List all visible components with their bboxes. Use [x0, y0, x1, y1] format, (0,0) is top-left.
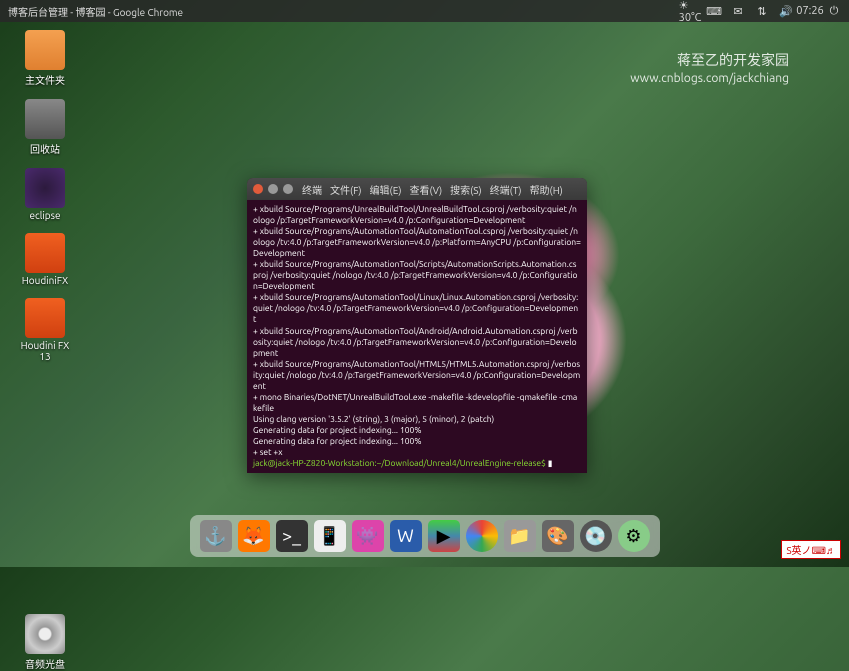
menu-item[interactable]: 查看(V): [409, 182, 442, 197]
top-panel: 博客后台管理 - 博客园 - Google Chrome ☀30°C ⌨ ✉ ⇅…: [0, 0, 849, 22]
terminal-line: + xbuild Source/Programs/AutomationTool/…: [253, 326, 581, 359]
terminal-line: Generating data for project indexing... …: [253, 425, 581, 436]
dock-chrome-icon[interactable]: [466, 520, 498, 552]
minimize-button[interactable]: [268, 184, 278, 194]
keyboard-icon[interactable]: ⌨: [707, 4, 721, 18]
eclipse-icon: [25, 168, 65, 208]
power-icon[interactable]: ⏻: [827, 4, 841, 18]
terminal-output[interactable]: + xbuild Source/Programs/UnrealBuildTool…: [247, 200, 587, 473]
system-tray: ☀30°C ⌨ ✉ ⇅ 🔊 07:26 ⏻: [683, 4, 841, 18]
desktop-icon-label: 回收站: [30, 141, 60, 156]
volume-icon[interactable]: 🔊: [779, 4, 793, 18]
cursor: ▮: [548, 458, 553, 468]
terminal-line: Generating data for project indexing... …: [253, 436, 581, 447]
wallpaper-watermark: 蒋至乙的开发家园 www.cnblogs.com/jackchiang: [630, 50, 789, 85]
weather-indicator[interactable]: ☀30°C: [683, 4, 697, 18]
desktop-icon-4[interactable]: Houdini FX 13: [15, 298, 75, 362]
menu-item[interactable]: 搜索(S): [450, 182, 482, 197]
houdini-icon: [25, 298, 65, 338]
terminal-titlebar[interactable]: 终端文件(F) 编辑(E) 查看(V) 搜索(S) 终端(T) 帮助(H): [247, 178, 587, 200]
dock-disc-icon[interactable]: 💿: [580, 520, 612, 552]
window-title: 博客后台管理 - 博客园 - Google Chrome: [8, 4, 183, 19]
menu-item[interactable]: 终端(T): [490, 182, 522, 197]
terminal-line: + xbuild Source/Programs/AutomationTool/…: [253, 259, 581, 292]
dock-phone-icon[interactable]: 📱: [314, 520, 346, 552]
terminal-prompt: jack@jack-HP-Z820-Workstation:~/Download…: [253, 458, 581, 469]
terminal-line: + xbuild Source/Programs/UnrealBuildTool…: [253, 204, 581, 226]
dock-terminal-icon[interactable]: >_: [276, 520, 308, 552]
menu-item[interactable]: 帮助(H): [530, 182, 563, 197]
desktop-icon-5[interactable]: 音频光盘: [15, 614, 75, 671]
dock-mascot-icon[interactable]: 👾: [352, 520, 384, 552]
terminal-line: + xbuild Source/Programs/AutomationTool/…: [253, 292, 581, 325]
disc-icon: [25, 614, 65, 654]
watermark-line2: www.cnblogs.com/jackchiang: [630, 72, 789, 85]
desktop-icon-1[interactable]: 回收站: [15, 99, 75, 156]
dock-gimp-icon[interactable]: 🎨: [542, 520, 574, 552]
dock-anchor-icon[interactable]: ⚓: [200, 520, 232, 552]
dock-wps-icon[interactable]: W: [390, 520, 422, 552]
terminal-line: Using clang version '3.5.2' (string), 3 …: [253, 414, 581, 425]
dock-files-icon[interactable]: 📁: [504, 520, 536, 552]
terminal-window[interactable]: 终端文件(F) 编辑(E) 查看(V) 搜索(S) 终端(T) 帮助(H) + xbuil…: [247, 178, 587, 473]
terminal-line: + set +x: [253, 447, 581, 458]
mail-icon[interactable]: ✉: [731, 4, 745, 18]
dock: ⚓ 🦊 >_ 📱 👾 W ▶ 📁 🎨 💿 ⚙: [190, 515, 660, 557]
folder-icon: [25, 30, 65, 70]
menu-item[interactable]: 文件(F): [330, 182, 362, 197]
desktop-icon-3[interactable]: HoudiniFX: [15, 233, 75, 286]
houdini-icon: [25, 233, 65, 273]
desktop-icon-2[interactable]: eclipse: [15, 168, 75, 221]
terminal-line: + mono Binaries/DotNET/UnrealBuildTool.e…: [253, 392, 581, 414]
dock-firefox-icon[interactable]: 🦊: [238, 520, 270, 552]
desktop-icon-label: 音频光盘: [25, 656, 65, 671]
terminal-menubar: 终端文件(F) 编辑(E) 查看(V) 搜索(S) 终端(T) 帮助(H): [302, 182, 563, 197]
ime-badge[interactable]: S英ノ⌨♬: [781, 540, 841, 559]
desktop-icon-label: HoudiniFX: [22, 275, 68, 286]
desktop-icon-label: Houdini FX 13: [15, 340, 75, 362]
maximize-button[interactable]: [283, 184, 293, 194]
desktop-icon-label: 主文件夹: [25, 72, 65, 87]
desktop-icon-0[interactable]: 主文件夹: [15, 30, 75, 87]
terminal-line: + xbuild Source/Programs/AutomationTool/…: [253, 359, 581, 392]
dock-settings-icon[interactable]: ⚙: [618, 520, 650, 552]
close-button[interactable]: [253, 184, 263, 194]
desktop-icon-label: eclipse: [30, 210, 61, 221]
desktop-icons: 主文件夹回收站 eclipse HoudiniFX Houdini FX 13 音频光盘: [15, 30, 75, 671]
network-icon[interactable]: ⇅: [755, 4, 769, 18]
clock[interactable]: 07:26: [803, 4, 817, 18]
menu-item[interactable]: 编辑(E): [370, 182, 402, 197]
terminal-line: + xbuild Source/Programs/AutomationTool/…: [253, 226, 581, 259]
watermark-line1: 蒋至乙的开发家园: [630, 50, 789, 70]
menu-item[interactable]: 终端: [302, 182, 322, 197]
dock-app-icon[interactable]: ▶: [428, 520, 460, 552]
trash-icon: [25, 99, 65, 139]
